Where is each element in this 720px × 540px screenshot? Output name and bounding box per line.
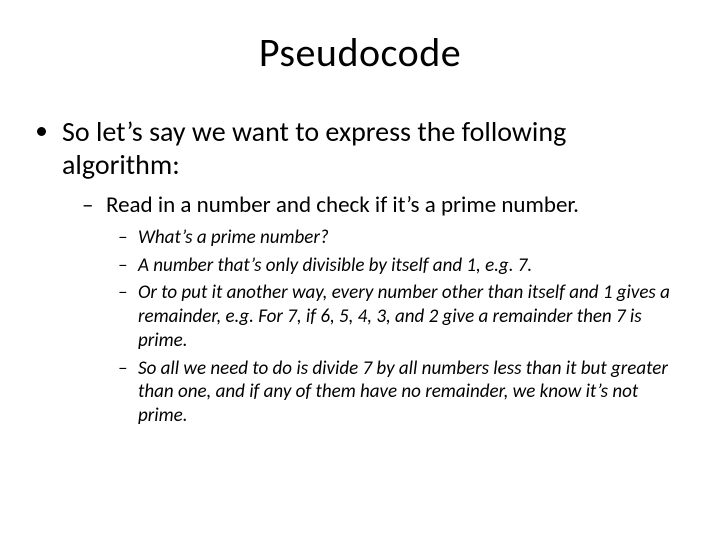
bullet-list-level3: What’s a prime number? A number that’s o… bbox=[118, 226, 690, 428]
bullet-level3-text: Or to put it another way, every number o… bbox=[138, 281, 670, 352]
bullet-level2-text: Read in a number and check if it’s a pri… bbox=[106, 191, 579, 219]
bullet-list-level1: So let’s say we want to express the foll… bbox=[38, 115, 690, 428]
bullet-level3-text: So all we need to do is divide 7 by all … bbox=[138, 357, 668, 428]
bullet-level2-item: Read in a number and check if it’s a pri… bbox=[82, 191, 690, 428]
bullet-list-level2: Read in a number and check if it’s a pri… bbox=[82, 191, 690, 428]
slide: Pseudocode So let’s say we want to expre… bbox=[0, 0, 720, 540]
slide-title: Pseudocode bbox=[30, 28, 690, 77]
bullet-level1-item: So let’s say we want to express the foll… bbox=[62, 115, 690, 428]
bullet-level3-text: A number that’s only divisible by itself… bbox=[138, 254, 532, 277]
bullet-level3-item: A number that’s only divisible by itself… bbox=[118, 254, 690, 278]
bullet-level3-item: What’s a prime number? bbox=[118, 226, 690, 250]
bullet-level3-item: So all we need to do is divide 7 by all … bbox=[118, 357, 690, 428]
bullet-level1-text: So let’s say we want to express the foll… bbox=[62, 114, 566, 182]
bullet-level3-item: Or to put it another way, every number o… bbox=[118, 281, 690, 352]
bullet-level3-text: What’s a prime number? bbox=[138, 226, 329, 249]
